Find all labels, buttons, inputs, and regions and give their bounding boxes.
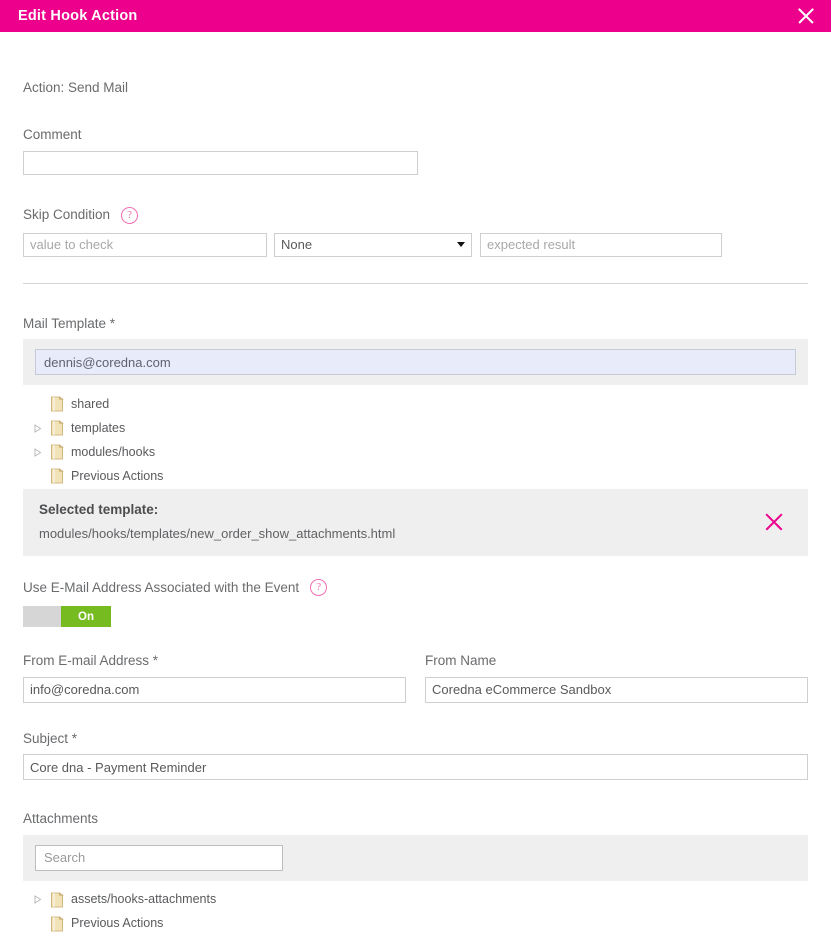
mail-template-tree: shared templates modules/hooks Previous … [23, 392, 808, 488]
subject-input[interactable] [23, 754, 808, 780]
help-icon-skip-condition[interactable]: ? [121, 206, 139, 224]
comment-input[interactable] [23, 150, 418, 175]
attachments-label: Attachments [23, 811, 99, 826]
from-email-input[interactable] [23, 676, 406, 703]
tree-item-label: assets/hooks-attachments [71, 892, 217, 907]
skip-condition-operator-wrap: None [274, 232, 472, 257]
section-divider [23, 282, 808, 284]
tree-item-label: Previous Actions [71, 916, 164, 931]
comment-row [23, 150, 808, 175]
skip-condition-row: None [23, 232, 808, 257]
from-name-field: From Name [425, 654, 808, 703]
skip-condition-label-row: Skip Condition ? [23, 206, 808, 224]
expand-icon[interactable] [30, 447, 46, 457]
toggle-state-label: On [61, 606, 111, 627]
mail-template-search-input[interactable] [35, 349, 796, 375]
from-email-label: From E-mail Address * [23, 653, 159, 668]
tree-item[interactable]: shared [23, 392, 808, 416]
comment-label: Comment [23, 127, 82, 142]
folder-icon [51, 915, 64, 931]
folder-icon [51, 468, 64, 484]
tree-item-label: modules/hooks [71, 444, 156, 459]
expand-icon[interactable] [30, 895, 46, 904]
folder-icon [51, 396, 64, 412]
expand-icon[interactable] [30, 423, 46, 433]
toggle-knob [23, 606, 61, 627]
tree-item-label: templates [71, 420, 126, 435]
attachments-tree: assets/hooks-attachments Previous Action… [23, 888, 808, 936]
selected-template-path: modules/hooks/templates/new_order_show_a… [39, 526, 396, 541]
folder-icon [51, 891, 64, 907]
tree-item[interactable]: Previous Actions [23, 912, 808, 936]
dialog-title: Edit Hook Action [18, 8, 138, 24]
selected-template-box: Selected template: modules/hooks/templat… [23, 489, 808, 556]
from-name-input[interactable] [425, 676, 808, 703]
folder-icon [51, 444, 64, 460]
skip-condition-value-input[interactable] [23, 232, 267, 257]
selected-template-info: Selected template: modules/hooks/templat… [39, 502, 395, 541]
selected-template-title: Selected template: [39, 502, 159, 517]
skip-condition-operator-select[interactable]: None [274, 232, 472, 257]
close-icon[interactable] [795, 5, 817, 27]
use-event-email-toggle[interactable]: On [23, 606, 111, 627]
tree-item[interactable]: Previous Actions [23, 464, 808, 488]
skip-condition-expected-input[interactable] [480, 232, 722, 257]
attachments-panel [23, 834, 808, 881]
dialog-body: Action: Send Mail Comment Skip Condition… [0, 32, 831, 936]
clear-selected-template-icon[interactable] [762, 510, 786, 534]
mail-template-label: Mail Template * [23, 315, 116, 331]
skip-condition-label: Skip Condition [23, 207, 111, 223]
use-event-email-label: Use E-Mail Address Associated with the E… [23, 579, 300, 595]
mail-template-panel [23, 339, 808, 385]
tree-item[interactable]: templates [23, 416, 808, 440]
tree-item-label: shared [71, 396, 110, 411]
dialog-titlebar: Edit Hook Action [0, 0, 831, 32]
from-email-field: From E-mail Address * [23, 654, 406, 703]
action-type-text: Action: Send Mail [23, 80, 129, 95]
from-name-label: From Name [425, 653, 497, 668]
tree-item[interactable]: assets/hooks-attachments [23, 888, 808, 912]
subject-label: Subject * [23, 730, 78, 746]
tree-item-label: Previous Actions [71, 468, 164, 483]
use-event-email-label-row: Use E-Mail Address Associated with the E… [23, 579, 808, 596]
tree-item[interactable]: modules/hooks [23, 440, 808, 464]
from-fields-row: From E-mail Address * From Name [23, 654, 808, 703]
attachments-search-input[interactable] [35, 844, 283, 871]
folder-icon [51, 420, 64, 436]
help-icon-use-event-email[interactable]: ? [310, 579, 328, 596]
